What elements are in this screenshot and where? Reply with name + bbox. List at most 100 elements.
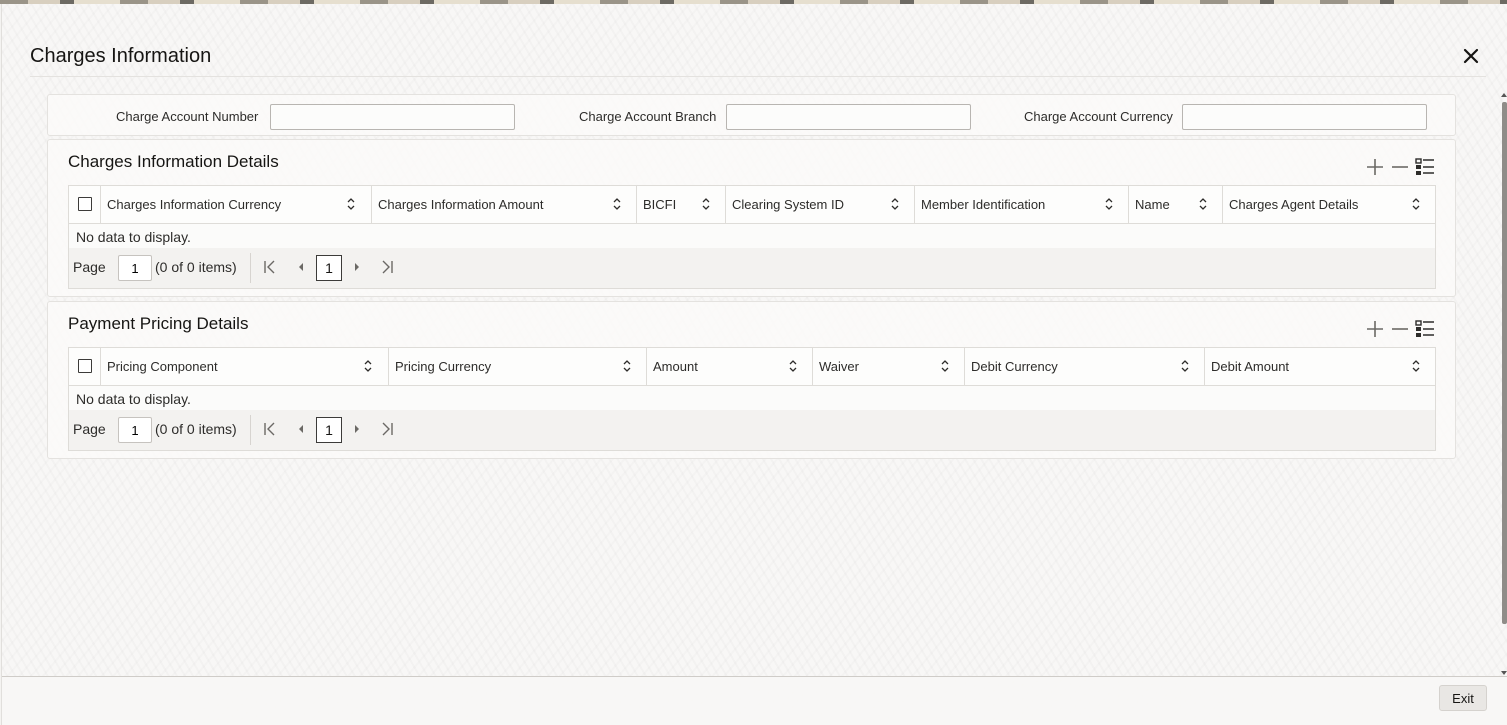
sort-icon[interactable] bbox=[363, 359, 373, 373]
dialog-header: Charges Information bbox=[2, 4, 1502, 78]
dialog-title: Charges Information bbox=[30, 45, 212, 67]
column-header[interactable]: Charges Information Currency bbox=[101, 186, 372, 224]
select-all-column bbox=[69, 348, 101, 386]
select-all-checkbox[interactable] bbox=[78, 197, 92, 211]
charges-information-details-panel: Charges Information Details Charges Info… bbox=[47, 139, 1456, 297]
exit-button[interactable]: Exit bbox=[1439, 685, 1487, 711]
payment-pricing-details-panel: Payment Pricing Details Pricing Componen… bbox=[47, 301, 1456, 459]
column-header[interactable]: Charges Agent Details bbox=[1223, 186, 1435, 224]
charge-account-number-field[interactable] bbox=[270, 104, 515, 130]
column-label: BICFI bbox=[643, 197, 677, 212]
column-header[interactable]: Charges Information Amount bbox=[372, 186, 637, 224]
last-page-icon[interactable] bbox=[379, 421, 395, 437]
pager-divider bbox=[250, 415, 251, 445]
sort-icon[interactable] bbox=[622, 359, 632, 373]
empty-message: No data to display. bbox=[76, 229, 191, 245]
column-label: Charges Information Amount bbox=[378, 197, 544, 212]
prev-page-icon[interactable] bbox=[293, 259, 309, 275]
empty-row: No data to display. bbox=[69, 386, 1435, 410]
sort-icon[interactable] bbox=[1411, 197, 1421, 211]
column-label: Pricing Component bbox=[107, 359, 218, 374]
charges-grid-toolbar bbox=[1364, 156, 1436, 178]
sort-icon[interactable] bbox=[1411, 359, 1421, 373]
sort-icon[interactable] bbox=[612, 197, 622, 211]
charge-account-branch-field[interactable] bbox=[726, 104, 971, 130]
page-number-input[interactable] bbox=[118, 255, 152, 281]
list-settings-icon[interactable] bbox=[1414, 318, 1436, 340]
charge-account-branch-label: Charge Account Branch bbox=[579, 109, 717, 124]
empty-message: No data to display. bbox=[76, 391, 191, 407]
column-header[interactable]: Pricing Currency bbox=[389, 348, 647, 386]
column-header[interactable]: Debit Amount bbox=[1205, 348, 1435, 386]
remove-icon[interactable] bbox=[1389, 156, 1411, 178]
remove-icon[interactable] bbox=[1389, 318, 1411, 340]
column-header[interactable]: Clearing System ID bbox=[726, 186, 915, 224]
charge-account-currency-label: Charge Account Currency bbox=[1024, 109, 1173, 124]
sort-icon[interactable] bbox=[788, 359, 798, 373]
charges-information-table: Charges Information Currency Charges Inf… bbox=[68, 185, 1436, 289]
charges-information-dialog: Charges Information Charge Account Numbe… bbox=[1, 4, 1507, 725]
first-page-icon[interactable] bbox=[262, 259, 278, 275]
pricing-grid-toolbar bbox=[1364, 318, 1436, 340]
sort-icon[interactable] bbox=[1198, 197, 1208, 211]
sort-icon[interactable] bbox=[1104, 197, 1114, 211]
table-header: Pricing Component Pricing Currency Amoun… bbox=[69, 348, 1435, 386]
page-label: Page bbox=[73, 259, 106, 275]
column-label: Name bbox=[1135, 197, 1170, 212]
last-page-icon[interactable] bbox=[379, 259, 395, 275]
add-icon[interactable] bbox=[1364, 156, 1386, 178]
pagination-bar: Page (0 of 0 items) 1 bbox=[69, 248, 1435, 288]
column-label: Debit Currency bbox=[971, 359, 1058, 374]
first-page-icon[interactable] bbox=[262, 421, 278, 437]
table-header: Charges Information Currency Charges Inf… bbox=[69, 186, 1435, 224]
pagination-bar: Page (0 of 0 items) 1 bbox=[69, 410, 1435, 450]
pricing-details-title: Payment Pricing Details bbox=[68, 314, 249, 333]
next-page-icon[interactable] bbox=[349, 259, 365, 275]
column-header[interactable]: Member Identification bbox=[915, 186, 1129, 224]
current-page-button[interactable]: 1 bbox=[316, 417, 342, 443]
scroll-down-arrow[interactable] bbox=[1501, 671, 1507, 675]
column-header[interactable]: Waiver bbox=[813, 348, 965, 386]
column-label: Debit Amount bbox=[1211, 359, 1290, 374]
add-icon[interactable] bbox=[1364, 318, 1386, 340]
item-count: (0 of 0 items) bbox=[155, 421, 237, 437]
list-settings-icon[interactable] bbox=[1414, 156, 1436, 178]
sort-icon[interactable] bbox=[701, 197, 711, 211]
page-label: Page bbox=[73, 421, 106, 437]
scroll-thumb[interactable] bbox=[1502, 102, 1507, 624]
sort-icon[interactable] bbox=[890, 197, 900, 211]
header-divider bbox=[30, 76, 1486, 77]
column-label: Clearing System ID bbox=[732, 197, 844, 212]
pager-divider bbox=[250, 253, 251, 283]
column-label: Waiver bbox=[819, 359, 859, 374]
column-header[interactable]: Amount bbox=[647, 348, 813, 386]
column-label: Amount bbox=[653, 359, 698, 374]
sort-icon[interactable] bbox=[1180, 359, 1190, 373]
charge-account-panel: Charge Account Number Charge Account Bra… bbox=[47, 94, 1456, 136]
prev-page-icon[interactable] bbox=[293, 421, 309, 437]
select-all-checkbox[interactable] bbox=[78, 359, 92, 373]
item-count: (0 of 0 items) bbox=[155, 259, 237, 275]
column-header[interactable]: Name bbox=[1129, 186, 1223, 224]
column-label: Charges Agent Details bbox=[1229, 197, 1359, 212]
scroll-up-arrow[interactable] bbox=[1501, 93, 1507, 97]
column-label: Charges Information Currency bbox=[107, 197, 282, 212]
payment-pricing-table: Pricing Component Pricing Currency Amoun… bbox=[68, 347, 1436, 451]
vertical-scrollbar[interactable] bbox=[1499, 92, 1507, 680]
next-page-icon[interactable] bbox=[349, 421, 365, 437]
empty-row: No data to display. bbox=[69, 224, 1435, 248]
dialog-footer: Exit bbox=[2, 676, 1507, 725]
close-icon[interactable] bbox=[1460, 45, 1482, 67]
sort-icon[interactable] bbox=[940, 359, 950, 373]
charge-account-currency-field[interactable] bbox=[1182, 104, 1427, 130]
current-page-button[interactable]: 1 bbox=[316, 255, 342, 281]
column-label: Pricing Currency bbox=[395, 359, 492, 374]
column-header[interactable]: Pricing Component bbox=[101, 348, 389, 386]
charges-details-title: Charges Information Details bbox=[68, 152, 279, 171]
select-all-column bbox=[69, 186, 101, 224]
page-number-input[interactable] bbox=[118, 417, 152, 443]
column-header[interactable]: Debit Currency bbox=[965, 348, 1205, 386]
sort-icon[interactable] bbox=[346, 197, 356, 211]
column-header[interactable]: BICFI bbox=[637, 186, 726, 224]
charge-account-number-label: Charge Account Number bbox=[116, 109, 259, 124]
